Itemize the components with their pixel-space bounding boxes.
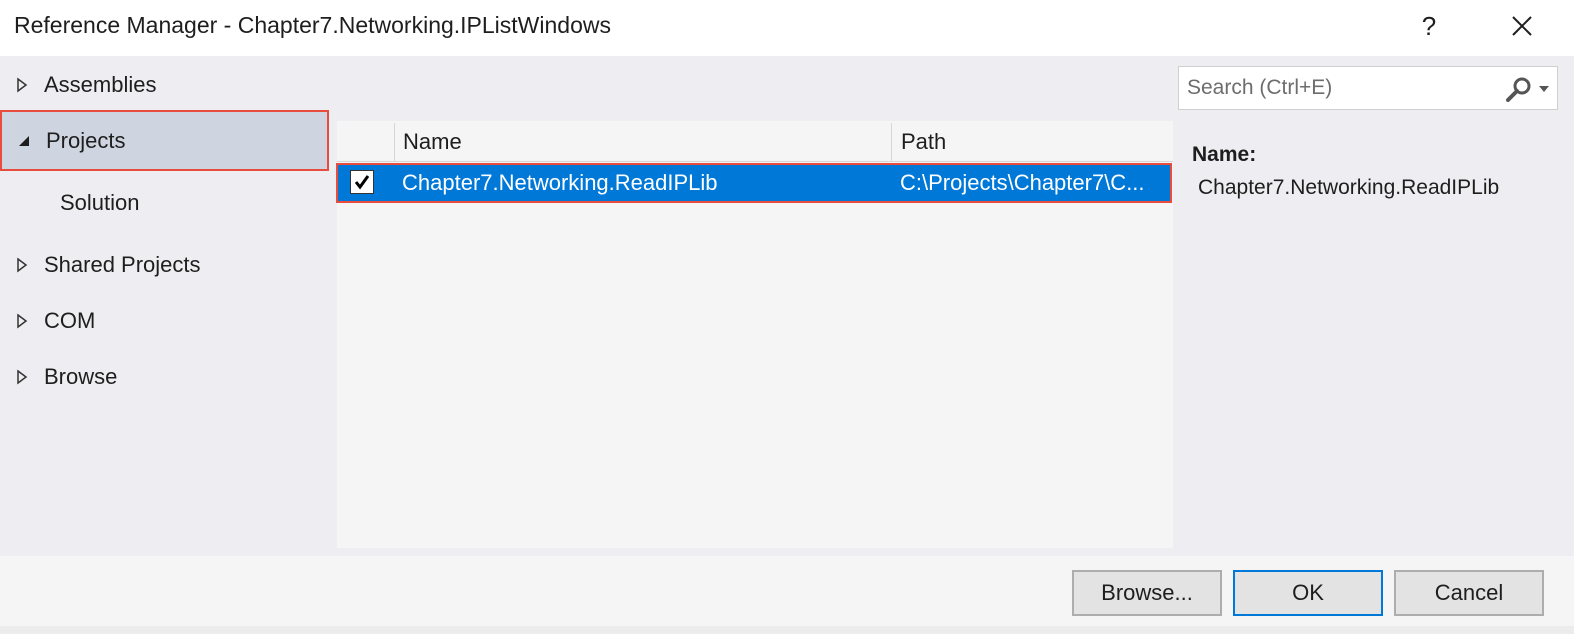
collapsed-triangle-icon[interactable] (0, 257, 44, 273)
sidebar-item-label: Projects (46, 127, 126, 153)
details-pane (1176, 56, 1574, 556)
row-path-cell: C:\Projects\Chapter7\C... (900, 170, 1145, 195)
column-divider[interactable] (891, 123, 892, 161)
column-header-path[interactable]: Path (901, 123, 946, 161)
sidebar-item-assemblies[interactable]: Assemblies (0, 65, 330, 105)
sidebar-item-label: Solution (60, 190, 140, 215)
reference-checkbox[interactable] (350, 170, 374, 194)
window-title: Reference Manager - Chapter7.Networking.… (14, 12, 611, 38)
sidebar-item-solution[interactable]: Solution (60, 183, 330, 223)
sidebar-item-projects[interactable]: Projects (0, 110, 329, 171)
browse-button[interactable]: Browse... (1072, 570, 1222, 616)
detail-name-value: Chapter7.Networking.ReadIPLib (1198, 176, 1500, 199)
cancel-button[interactable]: Cancel (1394, 570, 1544, 616)
table-row[interactable]: Chapter7.Networking.ReadIPLib C:\Project… (336, 163, 1172, 203)
sidebar-item-com[interactable]: COM (0, 301, 330, 341)
ok-button[interactable]: OK (1233, 570, 1383, 616)
sidebar-item-browse[interactable]: Browse (0, 357, 330, 397)
list-header: Name Path (337, 123, 1173, 162)
checkmark-icon (354, 175, 370, 190)
sidebar-item-label: Shared Projects (44, 252, 201, 277)
detail-name-label: Name: (1192, 143, 1257, 166)
collapsed-triangle-icon[interactable] (0, 77, 44, 93)
search-input[interactable] (1187, 67, 1487, 109)
footer-divider (0, 626, 1574, 634)
sidebar-item-label: COM (44, 308, 96, 333)
collapsed-triangle-icon[interactable] (0, 313, 44, 329)
column-divider[interactable] (394, 123, 395, 161)
search-icon[interactable] (1505, 76, 1533, 102)
title-bar: Reference Manager - Chapter7.Networking.… (0, 0, 1574, 56)
sidebar-item-shared-projects[interactable]: Shared Projects (0, 245, 330, 285)
close-button[interactable] (1500, 6, 1544, 46)
sidebar-item-label: Browse (44, 364, 118, 389)
expanded-triangle-icon[interactable] (2, 134, 46, 148)
collapsed-triangle-icon[interactable] (0, 369, 44, 385)
column-header-name[interactable]: Name (403, 123, 462, 161)
close-icon (1512, 16, 1532, 36)
search-box[interactable] (1178, 66, 1558, 110)
help-button[interactable]: ? (1408, 6, 1450, 46)
chevron-down-icon[interactable] (1537, 83, 1551, 95)
sidebar-item-label: Assemblies (44, 72, 157, 97)
row-name-cell: Chapter7.Networking.ReadIPLib (402, 170, 718, 195)
